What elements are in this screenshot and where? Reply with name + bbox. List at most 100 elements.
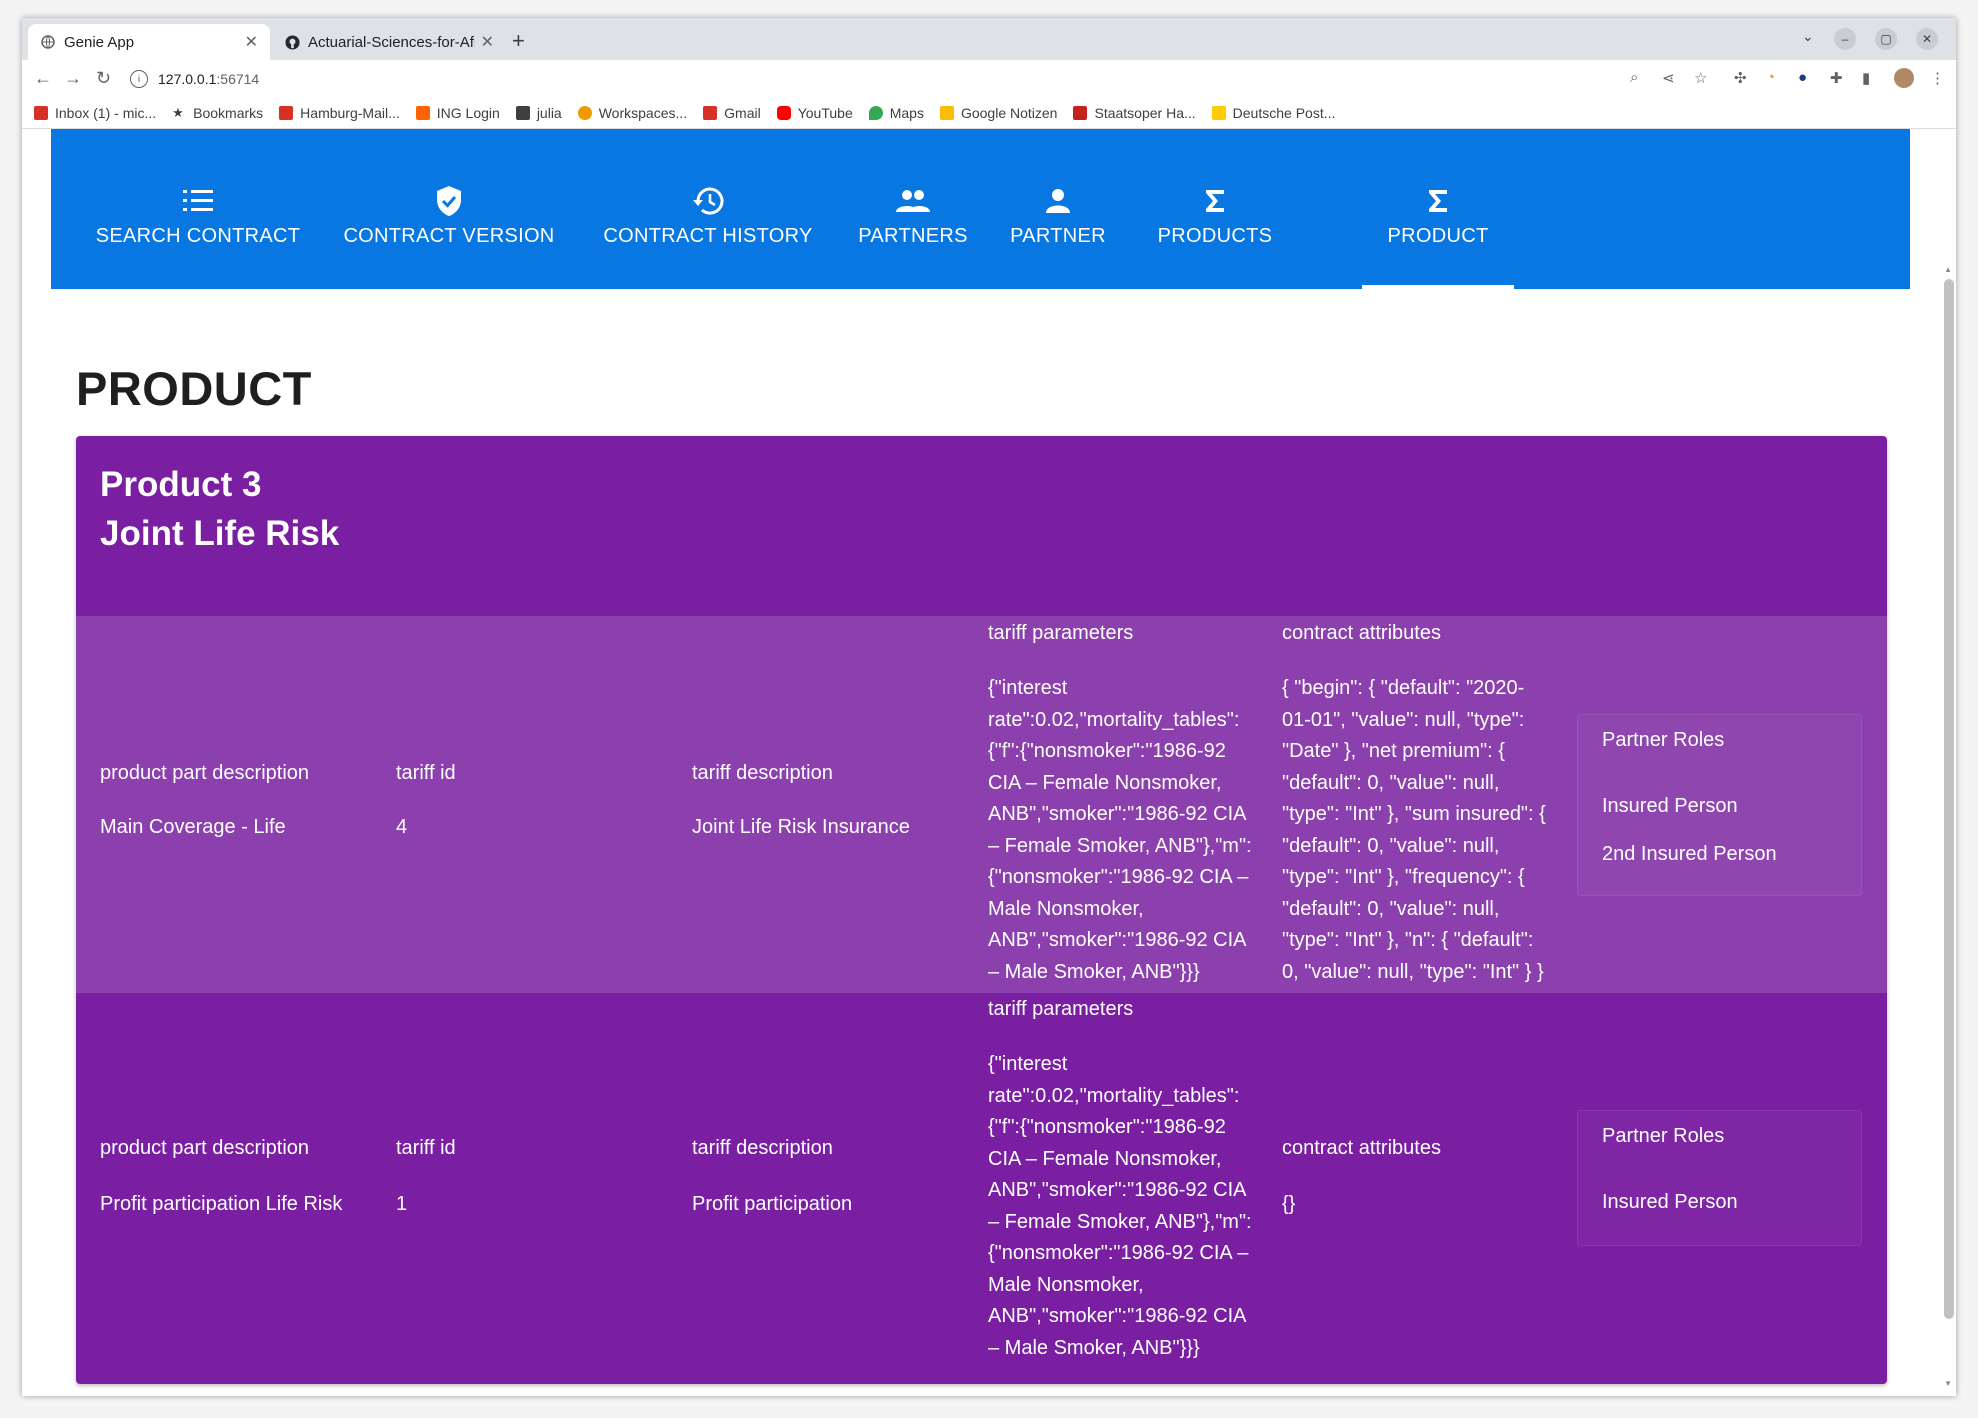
star-icon[interactable]: ☆ [1694, 69, 1707, 87]
browser-window: Genie App ✕ Actuarial-Sciences-for-Afr ✕… [22, 18, 1956, 1396]
info-icon[interactable]: i [130, 70, 148, 88]
maximize-icon[interactable]: ▢ [1875, 28, 1897, 50]
bookmark-item[interactable]: Deutsche Post... [1211, 105, 1335, 121]
app-nav-bar: SEARCH CONTRACT CONTRACT VERSION CONTRAC… [51, 129, 1910, 289]
nav-tab-label: CONTRACT HISTORY [603, 225, 813, 247]
bookmark-item[interactable]: julia [515, 105, 562, 121]
staatsoper-icon [1073, 106, 1088, 120]
globe-icon [40, 34, 56, 50]
tab-strip: Genie App ✕ Actuarial-Sciences-for-Afr ✕… [22, 18, 1956, 60]
nav-tab-label: PRODUCTS [1157, 225, 1273, 247]
bookmark-item[interactable]: ★ Bookmarks [172, 105, 263, 121]
extension-icon[interactable]: ✣ [1734, 69, 1747, 87]
ing-icon [415, 106, 430, 120]
tariff-params-value: {"interest rate":0.02,"mortality_tables"… [988, 1053, 1252, 1359]
partner-roles-box: Partner Roles Insured Person [1577, 1110, 1862, 1246]
product-title: Product 3 Joint Life Risk [100, 460, 339, 558]
reload-icon[interactable]: ↻ [96, 68, 111, 89]
keep-icon [939, 106, 954, 120]
scroll-down-arrow[interactable]: ▼ [1944, 1379, 1952, 1388]
address-bar[interactable]: i 127.0.0.1:56714 [130, 64, 1610, 94]
bookmark-item[interactable]: ING Login [415, 105, 500, 121]
nav-tab-label: PARTNERS [858, 225, 968, 247]
nav-tab-label: SEARCH CONTRACT [95, 225, 301, 247]
github-icon [284, 34, 300, 50]
mail-icon [279, 106, 294, 120]
bookmark-item[interactable]: Google Notizen [939, 105, 1057, 121]
tab-title: Genie App [64, 33, 135, 51]
close-tab-icon[interactable]: ✕ [245, 32, 258, 52]
url-port: :56714 [216, 71, 260, 87]
bookmark-item[interactable]: Inbox (1) - mic... [34, 105, 156, 121]
people-icon [895, 181, 931, 221]
contract-attr-value: {} [1282, 1193, 1296, 1215]
zoom-icon[interactable]: ⌕ [1630, 69, 1638, 86]
extension-icon[interactable]: ◔ [1766, 69, 1775, 86]
partner-role-item[interactable]: Insured Person [1602, 795, 1738, 818]
bookmark-item[interactable]: Gmail [703, 105, 761, 121]
nav-tab-products[interactable]: PRODUCTS [1151, 181, 1279, 289]
menu-icon[interactable]: ⋮ [1930, 69, 1945, 87]
profile-avatar[interactable] [1894, 68, 1914, 88]
ppd-label: product part description [100, 1137, 310, 1159]
partner-role-item[interactable]: 2nd Insured Person [1602, 843, 1777, 866]
product-part-row[interactable]: product part description Profit particip… [76, 993, 1887, 1384]
close-tab-icon[interactable]: ✕ [481, 32, 494, 52]
nav-tab-partner[interactable]: PARTNER [1007, 181, 1109, 289]
browser-toolbar: ← → ↻ i 127.0.0.1:56714 ⌕ ⋖ ☆ ✣ ◔ ● ✚ ▮ … [22, 60, 1956, 98]
nav-tab-contract-version[interactable]: CONTRACT VERSION [339, 181, 559, 289]
nav-tab-label: CONTRACT VERSION [343, 225, 555, 247]
bookmark-item[interactable]: Hamburg-Mail... [279, 105, 400, 121]
contract-attr-label: contract attributes [1282, 1137, 1441, 1159]
tariff-id-label: tariff id [396, 1137, 456, 1159]
partner-role-item[interactable]: Insured Person [1602, 1191, 1738, 1214]
nav-tab-label: PRODUCT [1387, 225, 1489, 247]
bookmark-item[interactable]: Maps [868, 105, 924, 121]
workspaces-icon [577, 106, 592, 120]
partner-roles-label: Partner Roles [1602, 1125, 1725, 1147]
post-icon [1211, 106, 1226, 120]
scroll-up-arrow[interactable]: ▲ [1944, 265, 1952, 274]
partner-roles-label: Partner Roles [1602, 729, 1725, 751]
puzzle-icon[interactable]: ✚ [1830, 69, 1843, 87]
extension-icon[interactable]: ● [1798, 69, 1807, 86]
list-icon [183, 181, 213, 221]
sidepanel-icon[interactable]: ▮ [1862, 69, 1870, 87]
bookmarks-bar: Inbox (1) - mic... ★ Bookmarks Hamburg-Ma… [22, 98, 1956, 129]
back-icon[interactable]: ← [34, 68, 52, 89]
forward-icon[interactable]: → [64, 68, 82, 89]
nav-tab-label: PARTNER [1010, 225, 1106, 247]
shield-check-icon [435, 181, 463, 221]
page-viewport: SEARCH CONTRACT CONTRACT VERSION CONTRAC… [22, 129, 1956, 1396]
partner-roles-box: Partner Roles Insured Person 2nd Insured… [1577, 714, 1862, 896]
bookmark-item[interactable]: YouTube [776, 105, 853, 121]
ppd-label: product part description [100, 762, 310, 784]
minimize-icon[interactable]: – [1834, 28, 1856, 50]
youtube-icon [776, 106, 791, 120]
nav-tab-product[interactable]: PRODUCT [1362, 181, 1514, 289]
person-icon [1045, 181, 1071, 221]
tariff-desc-label: tariff description [692, 1137, 833, 1159]
tariff-desc-label: tariff description [692, 762, 833, 784]
gmail-icon [34, 106, 48, 120]
bookmark-item[interactable]: Staatsoper Ha... [1073, 105, 1196, 121]
contract-attr-value: { "begin": { "default": "2020- 01-01", "… [1282, 677, 1546, 983]
ppd-value: Profit participation Life Risk [100, 1193, 343, 1215]
product-part-row[interactable]: product part description Main Coverage -… [76, 616, 1887, 993]
tariff-params-label: tariff parameters [988, 622, 1134, 644]
nav-tab-contract-history[interactable]: CONTRACT HISTORY [601, 181, 815, 289]
tariff-desc-value: Profit participation [692, 1193, 853, 1215]
close-window-icon[interactable]: ✕ [1916, 28, 1938, 50]
share-icon[interactable]: ⋖ [1662, 69, 1675, 87]
bookmark-item[interactable]: Workspaces... [577, 105, 687, 121]
new-tab-button[interactable]: + [512, 28, 525, 54]
browser-tab-github[interactable]: Actuarial-Sciences-for-Afr ✕ [272, 24, 506, 60]
browser-tab-genie[interactable]: Genie App ✕ [28, 24, 270, 60]
nav-tab-partners[interactable]: PARTNERS [857, 181, 969, 289]
product-description: Joint Life Risk [100, 514, 340, 553]
page-scrollbar-thumb[interactable] [1944, 279, 1954, 1319]
nav-tab-search-contract[interactable]: SEARCH CONTRACT [93, 181, 303, 289]
product-card: Product 3 Joint Life Risk product part d… [76, 436, 1887, 1384]
tab-search-icon[interactable]: ⌄ [1802, 28, 1814, 45]
tariff-id-value: 4 [396, 816, 408, 838]
